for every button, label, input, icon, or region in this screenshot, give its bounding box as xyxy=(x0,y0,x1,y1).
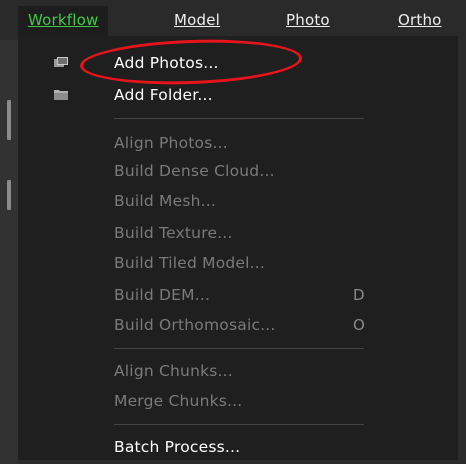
menu-ortho[interactable]: Ortho xyxy=(398,11,442,29)
build-tiled-model-label: Build Tiled Model... xyxy=(114,254,266,272)
menu-model[interactable]: Model xyxy=(174,11,220,29)
menu-item-build-texture[interactable]: Build Texture... xyxy=(18,218,458,248)
add-photos-icon xyxy=(54,57,68,67)
build-texture-label: Build Texture... xyxy=(114,224,233,242)
build-orthomosaic-shortcut: O xyxy=(353,316,365,334)
menu-item-add-folder[interactable]: Add Folder... xyxy=(18,80,458,110)
menu-bar: Workflow Model Photo Ortho xyxy=(0,0,466,40)
menu-separator xyxy=(114,348,364,349)
align-chunks-label: Align Chunks... xyxy=(114,362,233,380)
menu-item-build-dense-cloud[interactable]: Build Dense Cloud... xyxy=(18,156,458,186)
add-folder-icon xyxy=(54,90,68,100)
panel-tab xyxy=(7,100,11,140)
menu-item-batch-process[interactable]: Batch Process... xyxy=(18,432,458,462)
menu-separator xyxy=(114,424,364,425)
workflow-dropdown-menu: Add Photos... Add Folder... Align Photos… xyxy=(18,36,458,460)
menu-item-build-tiled-model[interactable]: Build Tiled Model... xyxy=(18,248,458,278)
menu-separator xyxy=(114,118,364,119)
build-dem-label: Build DEM... xyxy=(114,286,211,304)
background-window-edge xyxy=(0,40,18,464)
merge-chunks-label: Merge Chunks... xyxy=(114,392,243,410)
menu-item-build-orthomosaic[interactable]: Build Orthomosaic... O xyxy=(18,310,458,340)
menu-photo[interactable]: Photo xyxy=(286,11,330,29)
build-mesh-label: Build Mesh... xyxy=(114,192,217,210)
build-dense-cloud-label: Build Dense Cloud... xyxy=(114,162,275,180)
build-dem-shortcut: D xyxy=(353,286,365,304)
menu-item-align-chunks[interactable]: Align Chunks... xyxy=(18,356,458,386)
build-orthomosaic-label: Build Orthomosaic... xyxy=(114,316,276,334)
menu-item-build-mesh[interactable]: Build Mesh... xyxy=(18,186,458,216)
menu-item-build-dem[interactable]: Build DEM... D xyxy=(18,280,458,310)
batch-process-label: Batch Process... xyxy=(114,438,241,456)
align-photos-label: Align Photos... xyxy=(114,134,228,152)
menu-item-merge-chunks[interactable]: Merge Chunks... xyxy=(18,386,458,416)
panel-tab xyxy=(7,180,11,210)
menu-item-align-photos[interactable]: Align Photos... xyxy=(18,128,458,158)
add-folder-label: Add Folder... xyxy=(114,86,213,104)
menu-workflow[interactable]: Workflow xyxy=(18,6,109,36)
